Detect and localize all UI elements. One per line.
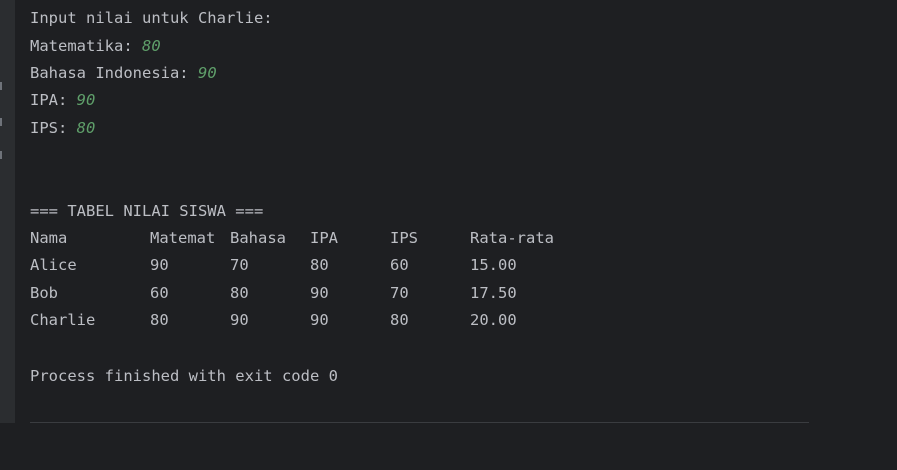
table-title: === TABEL NILAI SISWA ===: [30, 202, 264, 220]
table-cell: 20.00: [470, 311, 517, 329]
table-cell: 80: [390, 311, 409, 329]
process-exit-message: Process finished with exit code 0: [30, 367, 338, 385]
table-cell: 17.50: [470, 284, 517, 302]
input-label: Bahasa Indonesia:: [30, 64, 198, 82]
table-cell: 80: [230, 284, 249, 302]
table-cell: 15.00: [470, 256, 517, 274]
input-label: IPS:: [30, 119, 77, 137]
table-header-cell: Bahasa: [230, 229, 286, 247]
table-header-cell: IPA: [310, 229, 338, 247]
table-header-cell: Nama: [30, 229, 68, 247]
gutter-marker: [0, 82, 2, 90]
table-cell: 60: [390, 256, 409, 274]
input-value: 90: [197, 64, 217, 82]
table-cell: 80: [150, 311, 169, 329]
console-gutter: [0, 0, 15, 423]
input-line-matematika: Matematika: 80: [30, 36, 161, 56]
gutter-marker: [0, 151, 2, 159]
table-header-row: Nama Matemat Bahasa IPA IPS Rata-rata: [30, 228, 630, 248]
input-value: 80: [141, 37, 161, 55]
table-cell: Bob: [30, 284, 58, 302]
table-cell: 70: [390, 284, 409, 302]
table-row: Charlie 80 90 90 80 20.00: [30, 310, 630, 330]
run-console-output[interactable]: Input nilai untuk Charlie: Matematika: 8…: [15, 0, 897, 423]
input-value: 80: [76, 119, 96, 137]
table-cell: 90: [310, 311, 329, 329]
table-cell: 70: [230, 256, 249, 274]
table-cell: 60: [150, 284, 169, 302]
input-line-bahasa-indonesia: Bahasa Indonesia: 90: [30, 63, 217, 83]
input-value: 90: [76, 91, 96, 109]
input-line-ipa: IPA: 90: [30, 90, 95, 110]
table-header-cell: IPS: [390, 229, 418, 247]
table-cell: Alice: [30, 256, 77, 274]
table-row: Bob 60 80 90 70 17.50: [30, 283, 630, 303]
input-prompt: Input nilai untuk Charlie:: [30, 9, 273, 27]
table-header-cell: Rata-rata: [470, 229, 554, 247]
table-cell: 90: [310, 284, 329, 302]
table-cell: 90: [230, 311, 249, 329]
input-label: Matematika:: [30, 37, 142, 55]
table-header-cell: Matemat: [150, 229, 216, 247]
table-cell: 80: [310, 256, 329, 274]
table-cell: 90: [150, 256, 169, 274]
input-line-ips: IPS: 80: [30, 118, 95, 138]
input-label: IPA:: [30, 91, 77, 109]
table-row: Alice 90 70 80 60 15.00: [30, 255, 630, 275]
gutter-marker: [0, 118, 2, 126]
table-cell: Charlie: [30, 311, 96, 329]
